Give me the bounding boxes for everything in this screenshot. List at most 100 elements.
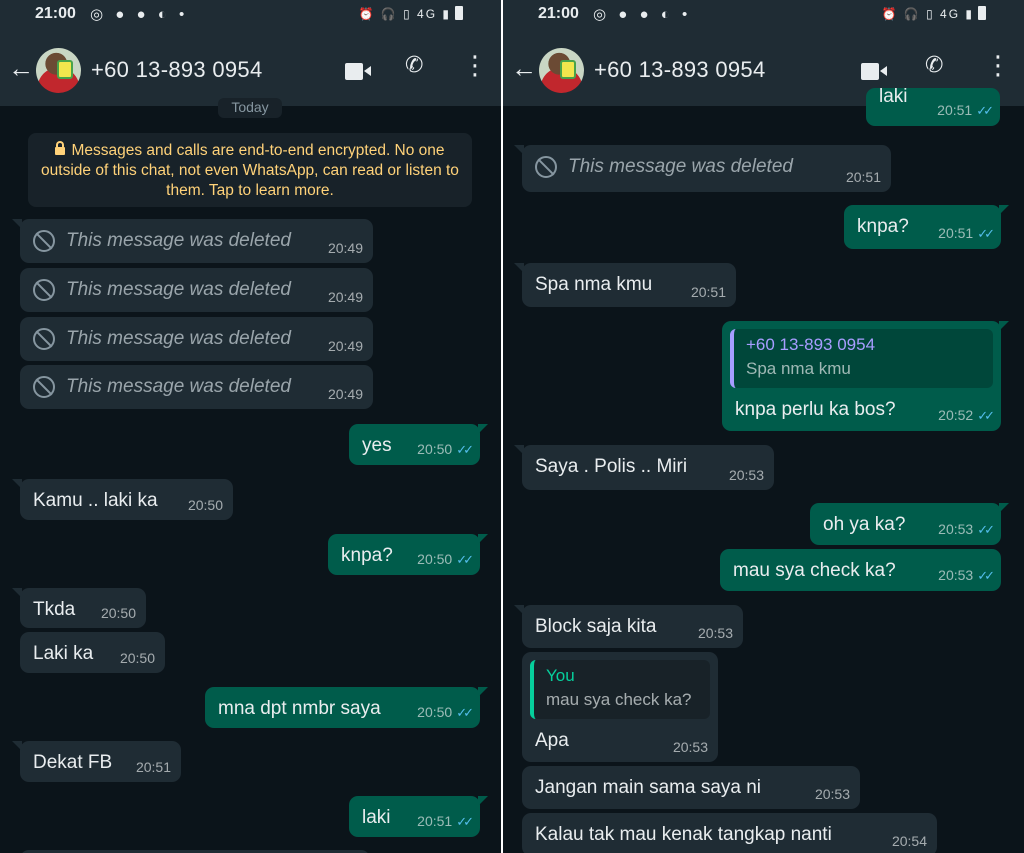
read-ticks-icon: ✓✓ (977, 408, 995, 423)
back-arrow-icon[interactable]: ← (511, 53, 537, 84)
message-text: This message was deleted (568, 156, 793, 177)
message-text: Kalau tak mau kenak tangkap nanti (535, 824, 832, 845)
message-bubble-incoming[interactable]: Kalau tak mau kenak tangkap nanti 20:54 (522, 813, 937, 853)
quoted-message[interactable]: You mau sya check ka? (530, 660, 710, 719)
quoted-text: mau sya check ka? (546, 690, 692, 709)
message-bubble-deleted[interactable]: This message was deleted 20:49 (12, 219, 373, 263)
quoted-author: You (546, 666, 575, 685)
quoted-author: +60 13-893 0954 (746, 335, 876, 354)
message-bubble-incoming[interactable]: Dekat FB 20:51 (12, 741, 181, 782)
avatar[interactable] (539, 48, 584, 93)
quoted-message[interactable]: +60 13-893 0954 Spa nma kmu (730, 329, 993, 388)
status-time: 21:00 (35, 5, 76, 22)
message-text: This message was deleted (66, 376, 291, 397)
message-bubble-incoming-reply[interactable]: You mau sya check ka? Apa 20:53 (522, 652, 718, 762)
read-ticks-icon: ✓✓ (456, 442, 474, 457)
message-time: 20:49 (327, 289, 363, 305)
message-time: 20:53 (938, 521, 974, 537)
message-bubble-outgoing-reply[interactable]: +60 13-893 0954 Spa nma kmu knpa perlu k… (722, 321, 1009, 431)
read-ticks-icon: ✓✓ (456, 705, 474, 720)
message-bubble-incoming[interactable]: Laki ka 20:50 (20, 632, 165, 673)
network-label: 4G (417, 7, 438, 21)
read-ticks-icon: ✓✓ (456, 552, 474, 567)
message-text: Dekat FB (33, 752, 113, 773)
message-time: 20:50 (417, 551, 453, 567)
message-text: This message was deleted (66, 328, 291, 349)
video-call-icon[interactable] (861, 63, 887, 80)
message-text: Kamu .. laki ka (33, 490, 158, 511)
message-time: 20:53 (814, 786, 850, 802)
message-bubble-deleted[interactable]: This message was deleted 20:49 (20, 365, 373, 409)
message-time: 20:53 (938, 567, 974, 583)
message-time: 20:49 (327, 240, 363, 256)
message-text: laki (879, 86, 908, 107)
message-text: knpa perlu ka bos? (735, 399, 896, 420)
network-label: 4G (940, 7, 961, 21)
message-bubble-outgoing[interactable]: knpa? 20:51 ✓✓ (844, 205, 1009, 249)
read-ticks-icon: ✓✓ (976, 103, 994, 118)
message-bubble-outgoing[interactable]: knpa? 20:50 ✓✓ (328, 534, 488, 575)
message-bubble-outgoing[interactable]: mna dpt nmbr saya 20:50 ✓✓ (205, 687, 488, 728)
message-text: Apa (535, 730, 569, 751)
message-bubble-incoming[interactable]: Tkda 20:50 (12, 588, 146, 628)
more-options-icon[interactable]: ⋮ (985, 52, 1011, 78)
chat-header: ← +60 13-893 0954 ✆ ⋮ (0, 30, 501, 106)
message-bubble-incoming[interactable]: Spa nma kmu 20:51 (514, 263, 736, 307)
message-text: yes (362, 435, 392, 456)
message-text: oh ya ka? (823, 514, 906, 535)
message-text: This message was deleted (66, 279, 291, 300)
more-options-icon[interactable]: ⋮ (462, 52, 488, 78)
message-time: 20:50 (417, 441, 453, 457)
phone-icon[interactable]: ✆ (925, 52, 943, 78)
deleted-icon (33, 279, 55, 301)
message-bubble-incoming[interactable]: Kamu .. laki ka 20:50 (12, 479, 233, 520)
message-time: 20:51 (845, 169, 881, 185)
lock-icon (55, 141, 66, 155)
back-arrow-icon[interactable]: ← (8, 53, 34, 84)
message-time: 20:50 (187, 497, 223, 513)
message-bubble-outgoing[interactable]: laki 20:51 ✓✓ (349, 796, 488, 837)
message-time: 20:54 (891, 833, 927, 849)
battery-icon (978, 6, 986, 20)
message-list: Today Messages and calls are end-to-end … (0, 98, 501, 853)
message-list: laki 20:51 ✓✓ This message was deleted 20… (503, 86, 1024, 853)
message-text: laki (362, 807, 391, 828)
message-text: Saya . Polis .. Miri (535, 456, 688, 477)
message-text: Laki ka (33, 643, 94, 664)
deleted-icon (535, 156, 557, 178)
message-bubble-outgoing[interactable]: laki 20:51 ✓✓ (866, 86, 1000, 126)
phone-icon[interactable]: ✆ (405, 52, 423, 78)
read-ticks-icon: ✓✓ (456, 814, 474, 829)
avatar[interactable] (36, 48, 81, 93)
message-time: 20:51 (938, 225, 974, 241)
message-bubble-incoming[interactable]: Block saja kita 20:53 (514, 605, 743, 648)
message-text: knpa? (857, 216, 909, 237)
encryption-text: Messages and calls are end-to-end encryp… (41, 142, 459, 199)
message-time: 20:52 (938, 407, 974, 423)
message-bubble-outgoing[interactable]: mau sya check ka? 20:53 ✓✓ (720, 549, 1001, 591)
system-icons: ⏰ 🎧 ▯ 4G ▮ (882, 6, 986, 21)
message-text: Spa nma kmu (535, 274, 653, 295)
message-time: 20:49 (327, 386, 363, 402)
notification-icons: ◎ ● ● ◐ • (90, 6, 189, 23)
contact-name[interactable]: +60 13-893 0954 (594, 57, 766, 83)
chat-panel-right: 21:00 ◎ ● ● ◐ • ⏰ 🎧 ▯ 4G ▮ ← +60 13-893 … (503, 0, 1024, 853)
quoted-text: Spa nma kmu (746, 359, 851, 378)
date-chip: Today (218, 98, 282, 118)
message-bubble-deleted[interactable]: This message was deleted 20:49 (20, 317, 373, 361)
message-bubble-outgoing[interactable]: oh ya ka? 20:53 ✓✓ (810, 503, 1009, 545)
message-bubble-incoming[interactable]: Jangan main sama saya ni 20:53 (522, 766, 860, 809)
message-time: 20:49 (327, 338, 363, 354)
encryption-notice[interactable]: Messages and calls are end-to-end encryp… (28, 133, 472, 207)
message-bubble-deleted[interactable]: This message was deleted 20:51 (514, 145, 891, 192)
contact-name[interactable]: +60 13-893 0954 (91, 57, 263, 83)
message-bubble-deleted[interactable]: This message was deleted 20:49 (20, 268, 373, 312)
status-bar: 21:00 ◎ ● ● ◐ • ⏰ 🎧 ▯ 4G ▮ (503, 0, 1024, 30)
read-ticks-icon: ✓✓ (977, 226, 995, 241)
message-bubble-incoming[interactable]: Saya . Polis .. Miri 20:53 (514, 445, 774, 490)
battery-icon (455, 6, 463, 20)
message-time: 20:51 (417, 813, 453, 829)
message-text: Tkda (33, 599, 76, 620)
video-call-icon[interactable] (345, 63, 371, 80)
message-bubble-outgoing[interactable]: yes 20:50 ✓✓ (349, 424, 488, 465)
